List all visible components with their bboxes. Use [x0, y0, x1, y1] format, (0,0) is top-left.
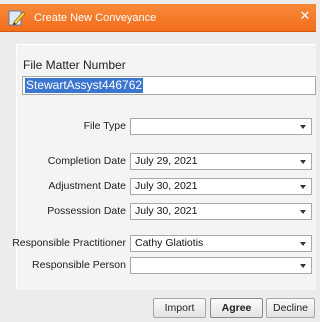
chevron-down-icon [300, 264, 306, 268]
button-bar: Import Agree Decline [0, 298, 316, 318]
responsible-person-select[interactable] [130, 257, 312, 274]
file-matter-value: StewartAssyst446762 [25, 78, 144, 93]
adjustment-date-select[interactable]: July 30, 2021 [130, 178, 312, 195]
adjustment-date-value: July 30, 2021 [135, 180, 198, 192]
responsible-person-row: Responsible Person [0, 257, 316, 275]
file-matter-label: File Matter Number [23, 58, 126, 72]
chevron-down-icon [300, 125, 306, 129]
adjustment-date-row: Adjustment Date July 30, 2021 [0, 178, 316, 196]
adjustment-date-label: Adjustment Date [48, 180, 126, 192]
document-pencil-icon [8, 10, 26, 26]
close-button[interactable]: ✕ [296, 8, 314, 26]
possession-date-row: Possession Date July 30, 2021 [0, 203, 316, 221]
responsible-practitioner-label: Responsible Practitioner [12, 237, 126, 249]
file-type-label: File Type [83, 120, 126, 132]
close-icon: ✕ [299, 9, 311, 24]
file-type-row: File Type [0, 118, 316, 136]
file-matter-input[interactable]: StewartAssyst446762 [22, 76, 316, 95]
completion-date-label: Completion Date [47, 155, 126, 167]
possession-date-value: July 30, 2021 [135, 205, 198, 217]
agree-button[interactable]: Agree [210, 298, 263, 318]
responsible-practitioner-row: Responsible Practitioner Cathy Glatiotis [0, 235, 316, 253]
window-title: Create New Conveyance [34, 11, 157, 24]
chevron-down-icon [300, 160, 306, 164]
possession-date-select[interactable]: July 30, 2021 [130, 203, 312, 220]
chevron-down-icon [300, 242, 306, 246]
import-button[interactable]: Import [153, 298, 206, 318]
completion-date-select[interactable]: July 29, 2021 [130, 153, 312, 170]
decline-button[interactable]: Decline [266, 298, 315, 318]
responsible-practitioner-value: Cathy Glatiotis [135, 237, 204, 249]
completion-date-row: Completion Date July 29, 2021 [0, 153, 316, 171]
chevron-down-icon [300, 185, 306, 189]
possession-date-label: Possession Date [47, 205, 126, 217]
file-type-select[interactable] [130, 118, 312, 135]
completion-date-value: July 29, 2021 [135, 155, 198, 167]
title-bar: Create New Conveyance ✕ [0, 4, 316, 32]
responsible-person-label: Responsible Person [32, 259, 126, 271]
chevron-down-icon [300, 210, 306, 214]
responsible-practitioner-select[interactable]: Cathy Glatiotis [130, 235, 312, 252]
